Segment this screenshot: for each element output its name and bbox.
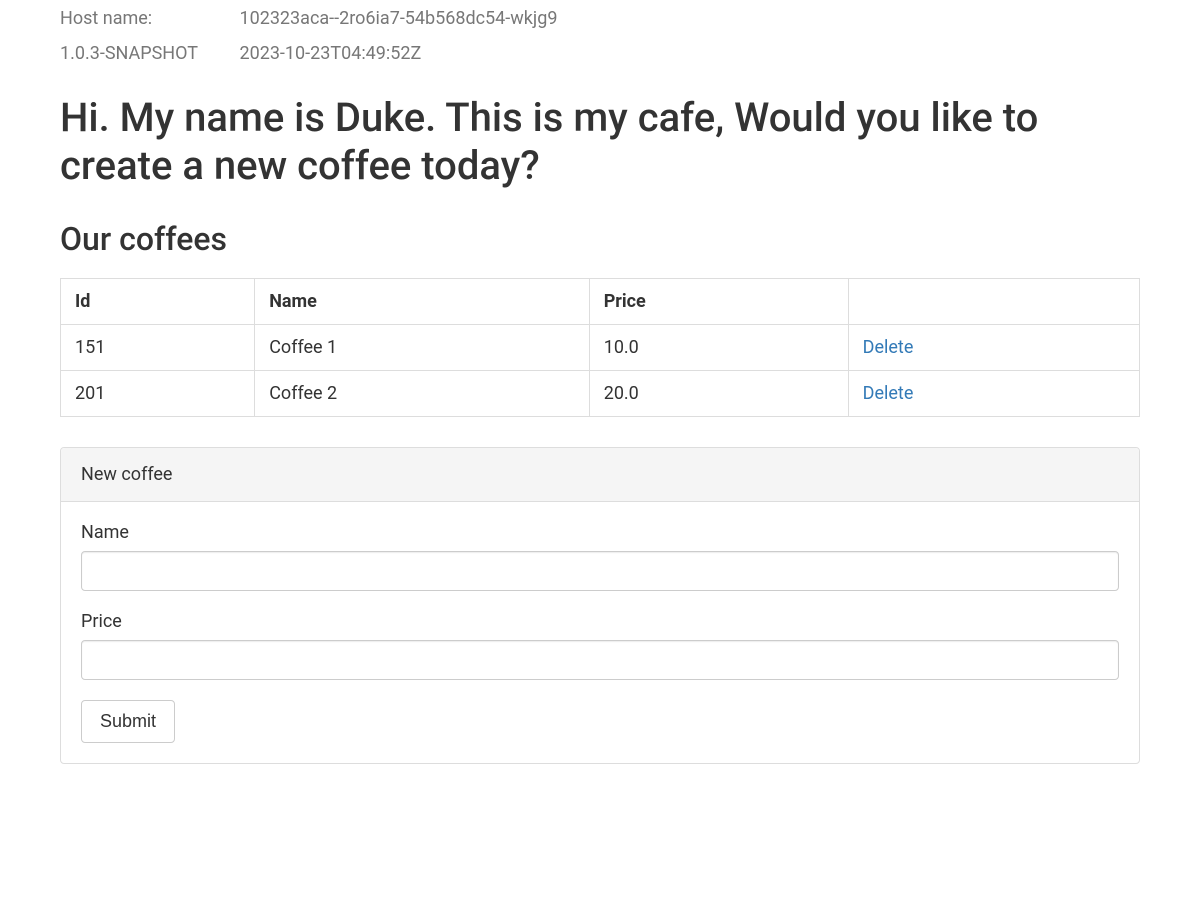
delete-link[interactable]: Delete	[863, 337, 914, 358]
page-title: Hi. My name is Duke. This is my cafe, Wo…	[60, 94, 1140, 190]
section-title: Our coffees	[60, 220, 1140, 258]
submit-button[interactable]: Submit	[81, 700, 175, 743]
table-row: 151 Coffee 1 10.0 Delete	[61, 325, 1140, 371]
cell-price: 20.0	[589, 371, 848, 417]
hostname-row: Host name: 102323aca--2ro6ia7-54b568dc54…	[60, 8, 1140, 29]
build-time-value: 2023-10-23T04:49:52Z	[239, 43, 421, 64]
col-name: Name	[255, 279, 589, 325]
delete-link[interactable]: Delete	[863, 383, 914, 404]
name-input[interactable]	[81, 551, 1119, 591]
price-label: Price	[81, 611, 1119, 632]
name-label: Name	[81, 522, 1119, 543]
version-row: 1.0.3-SNAPSHOT 2023-10-23T04:49:52Z	[60, 43, 1140, 64]
cell-name: Coffee 1	[255, 325, 589, 371]
price-input[interactable]	[81, 640, 1119, 680]
version-value: 1.0.3-SNAPSHOT	[60, 43, 235, 64]
table-row: 201 Coffee 2 20.0 Delete	[61, 371, 1140, 417]
meta-info: Host name: 102323aca--2ro6ia7-54b568dc54…	[60, 0, 1140, 64]
col-id: Id	[61, 279, 255, 325]
panel-title: New coffee	[61, 448, 1139, 502]
col-price: Price	[589, 279, 848, 325]
cell-name: Coffee 2	[255, 371, 589, 417]
new-coffee-panel: New coffee Name Price Submit	[60, 447, 1140, 764]
coffees-table: Id Name Price 151 Coffee 1 10.0 Delete 2…	[60, 278, 1140, 417]
cell-price: 10.0	[589, 325, 848, 371]
table-header-row: Id Name Price	[61, 279, 1140, 325]
hostname-value: 102323aca--2ro6ia7-54b568dc54-wkjg9	[239, 8, 557, 29]
cell-id: 151	[61, 325, 255, 371]
col-actions	[848, 279, 1139, 325]
hostname-label: Host name:	[60, 8, 235, 29]
cell-id: 201	[61, 371, 255, 417]
